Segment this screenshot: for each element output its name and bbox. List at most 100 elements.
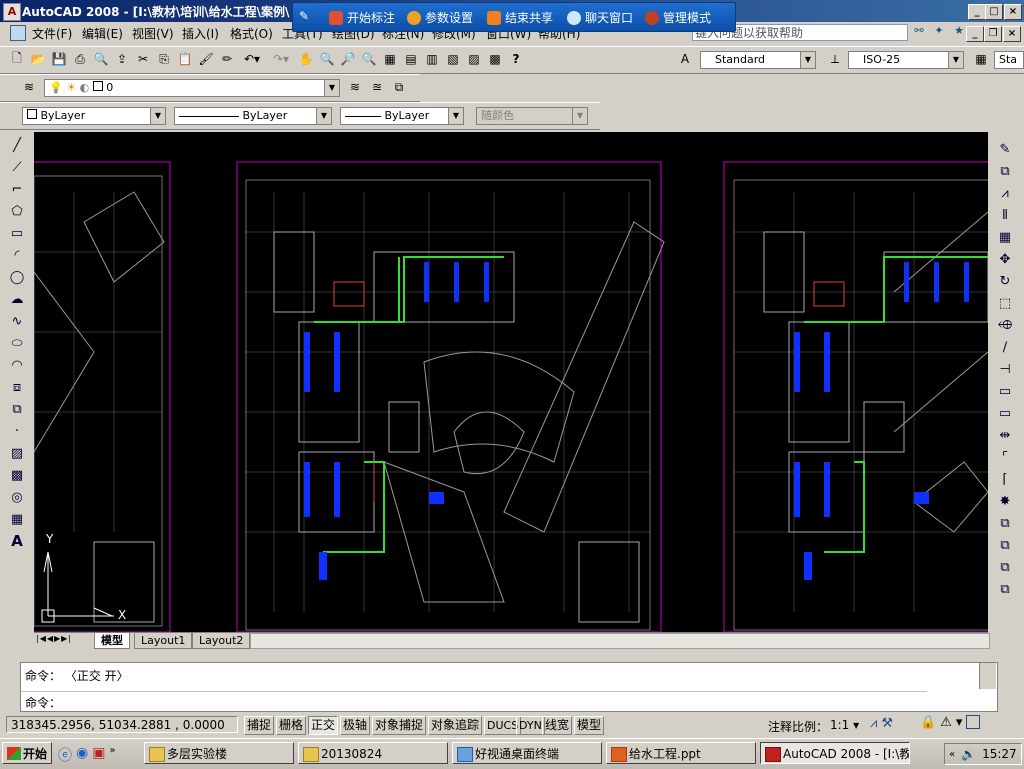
point-icon[interactable]: ·: [6, 420, 28, 442]
circle-icon[interactable]: ◯: [6, 266, 28, 288]
match-properties-icon[interactable]: 🖌: [197, 50, 215, 68]
tab-navigation[interactable]: |◀◀▶▶|: [36, 634, 72, 643]
tool-palettes-icon[interactable]: ▥: [423, 50, 441, 68]
lineweight-select[interactable]: ByLayer ▼: [340, 107, 464, 125]
help-icon[interactable]: ?: [507, 50, 525, 68]
rotate-icon[interactable]: ↻: [994, 270, 1016, 292]
minimize-button[interactable]: _: [968, 4, 986, 20]
gradient-icon[interactable]: ▩: [6, 464, 28, 486]
multiline-text-icon[interactable]: A: [6, 530, 28, 552]
make-block-icon[interactable]: ⧉: [6, 398, 28, 420]
design-center-icon[interactable]: ▤: [402, 50, 420, 68]
new-file-icon[interactable]: 🗋: [8, 50, 26, 68]
menu-view[interactable]: 视图(V): [132, 25, 174, 42]
print-icon[interactable]: ⎙: [71, 50, 89, 68]
draw-order-back-icon[interactable]: ⧉: [994, 534, 1016, 556]
model-toggle[interactable]: 模型: [574, 716, 605, 735]
insert-block-icon[interactable]: ⧈: [6, 376, 28, 398]
task-ppt[interactable]: 给水工程.ppt: [606, 742, 756, 764]
menu-insert[interactable]: 插入(I): [182, 25, 219, 42]
end-share-button[interactable]: 结束共享: [487, 9, 553, 26]
text-style-select[interactable]: Standard ▼: [700, 51, 816, 69]
construction-line-icon[interactable]: ⟋: [6, 156, 28, 178]
task-video-terminal[interactable]: 好视通桌面终端: [452, 742, 602, 764]
volume-icon[interactable]: 🔊: [961, 747, 976, 761]
osnap-toggle[interactable]: 对象捕捉: [372, 716, 427, 735]
markup-icon[interactable]: ▨: [465, 50, 483, 68]
snap-toggle[interactable]: 捕捉: [244, 716, 275, 735]
publish-icon[interactable]: ⇪: [113, 50, 131, 68]
cut-icon[interactable]: ✂: [134, 50, 152, 68]
table-style-icon[interactable]: ▦: [972, 50, 990, 68]
block-editor-icon[interactable]: ✏: [218, 50, 236, 68]
zoom-previous-icon[interactable]: 🔍: [360, 50, 378, 68]
dim-style-icon[interactable]: ⟂: [826, 50, 844, 68]
array-icon[interactable]: ▦: [994, 226, 1016, 248]
lock-icon[interactable]: 🔒: [920, 715, 936, 730]
scale-icon[interactable]: ⬚: [994, 292, 1016, 314]
hatch-icon[interactable]: ▨: [6, 442, 28, 464]
properties-icon[interactable]: ▦: [381, 50, 399, 68]
line-icon[interactable]: ╱: [6, 134, 28, 156]
share-pin[interactable]: ✎: [299, 9, 309, 23]
auto-scale-icon[interactable]: ⚒: [881, 716, 893, 731]
command-scrollbar[interactable]: [979, 663, 996, 689]
copy-icon[interactable]: ⎘: [155, 50, 173, 68]
command-input[interactable]: 命令：: [25, 694, 61, 711]
chamfer-icon[interactable]: ⌜: [994, 446, 1016, 468]
quick-launch-more-icon[interactable]: »: [109, 745, 115, 765]
layer-states-icon[interactable]: ⧉: [390, 78, 408, 96]
horizontal-scrollbar[interactable]: [250, 633, 990, 649]
copy-object-icon[interactable]: ⧉: [994, 160, 1016, 182]
start-button[interactable]: 开始: [2, 742, 52, 764]
redo-icon[interactable]: ↷▾: [268, 50, 294, 68]
zoom-window-icon[interactable]: 🔎: [339, 50, 357, 68]
param-settings-button[interactable]: 参数设置: [407, 9, 473, 26]
polyline-icon[interactable]: ⌐: [6, 178, 28, 200]
connect-icon[interactable]: ✦: [930, 24, 948, 42]
ortho-toggle[interactable]: 正交: [308, 716, 339, 735]
menu-file[interactable]: 文件(F): [32, 25, 72, 42]
clean-screen-icon[interactable]: [966, 715, 981, 729]
chat-window-button[interactable]: 聊天窗口: [567, 9, 633, 26]
tab-layout2[interactable]: Layout2: [192, 633, 251, 649]
text-style-icon[interactable]: A: [676, 50, 694, 68]
doc-minimize-button[interactable]: _: [966, 26, 984, 42]
save-icon[interactable]: 💾: [50, 50, 68, 68]
ellipse-icon[interactable]: ⬭: [6, 332, 28, 354]
zoom-realtime-icon[interactable]: 🔍: [318, 50, 336, 68]
status-menu-icon[interactable]: ▾: [956, 715, 963, 730]
menu-format[interactable]: 格式(O): [230, 25, 273, 42]
sheet-set-icon[interactable]: ▧: [444, 50, 462, 68]
table-icon[interactable]: ▦: [6, 508, 28, 530]
spline-icon[interactable]: ∿: [6, 310, 28, 332]
ellipse-arc-icon[interactable]: ◠: [6, 354, 28, 376]
bring-above-icon[interactable]: ⧉: [994, 556, 1016, 578]
show-desktop-icon[interactable]: ▣: [92, 745, 105, 765]
ie-icon[interactable]: ⓔ: [58, 745, 72, 765]
task-autocad[interactable]: AutoCAD 2008 - [I:\教...: [760, 742, 910, 764]
coordinates-readout[interactable]: 318345.2956, 51034.2881 , 0.0000: [6, 716, 238, 733]
dim-style-select[interactable]: ISO-25 ▼: [848, 51, 964, 69]
explode-icon[interactable]: ✸: [994, 490, 1016, 512]
admin-mode-button[interactable]: 管理模式: [645, 9, 711, 26]
layer-manager-icon[interactable]: ≋: [20, 78, 38, 96]
pan-icon[interactable]: ✋: [297, 50, 315, 68]
table-style-select[interactable]: Sta: [994, 51, 1024, 69]
polygon-icon[interactable]: ⬠: [6, 200, 28, 222]
plot-preview-icon[interactable]: 🔍: [92, 50, 110, 68]
stretch-icon[interactable]: ⬲: [994, 314, 1016, 336]
fillet-icon[interactable]: ⌈: [994, 468, 1016, 490]
grid-toggle[interactable]: 栅格: [276, 716, 307, 735]
hardware-acceleration-icon[interactable]: ⚠: [940, 715, 952, 730]
doc-close-button[interactable]: ×: [1003, 26, 1021, 42]
tray-expand-icon[interactable]: «: [949, 749, 955, 760]
otrack-toggle[interactable]: 对象追踪: [428, 716, 483, 735]
offset-icon[interactable]: ⫴: [994, 204, 1016, 226]
color-select[interactable]: ByLayer ▼: [22, 107, 166, 125]
dyn-toggle[interactable]: DYN: [516, 716, 545, 735]
break-at-point-icon[interactable]: ▭: [994, 380, 1016, 402]
layer-previous-icon[interactable]: ≊: [368, 78, 386, 96]
task-20130824[interactable]: 20130824: [298, 742, 448, 764]
break-icon[interactable]: ▭: [994, 402, 1016, 424]
